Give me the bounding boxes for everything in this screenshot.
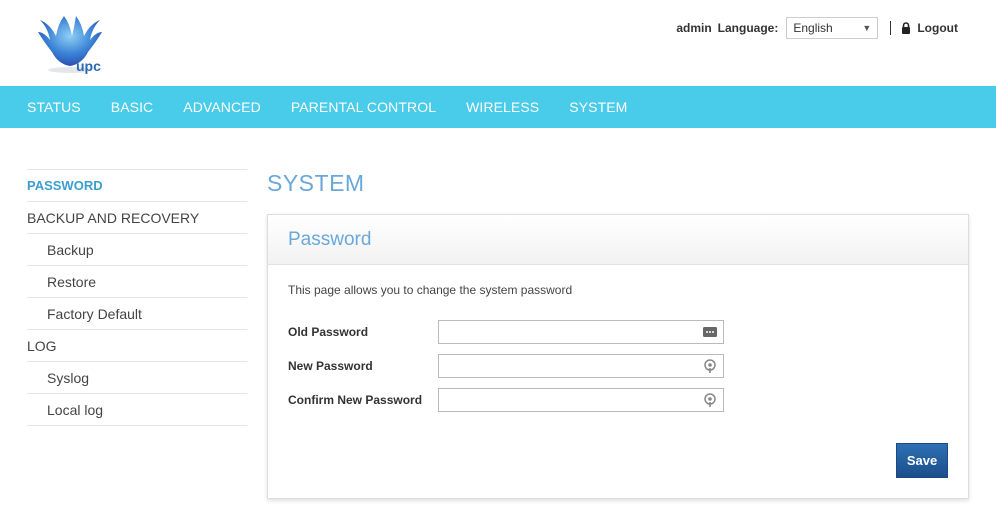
username: admin [676,21,712,35]
language-value: English [793,21,833,35]
sidebar-item-factory-default[interactable]: Factory Default [27,298,247,330]
nav-basic[interactable]: BASIC [111,99,154,115]
panel-title: Password [288,228,372,250]
confirm-password-label: Confirm New Password [288,393,423,407]
old-password-row: Old Password [288,320,724,344]
header: upc admin Language: English ▼ Logout [0,0,996,86]
new-password-row: New Password [288,354,724,378]
lock-icon [901,22,911,34]
nav-wireless[interactable]: WIRELESS [466,99,539,115]
nav-advanced[interactable]: ADVANCED [183,99,261,115]
sidebar-item-syslog[interactable]: Syslog [27,362,247,394]
main-nav: STATUS BASIC ADVANCED PARENTAL CONTROL W… [0,86,996,128]
nav-system[interactable]: SYSTEM [569,99,627,115]
new-password-field[interactable] [438,354,724,378]
logo-text: upc [76,58,101,74]
language-label: Language: [717,21,779,35]
panel-header: Password [268,215,968,265]
password-dots-icon [703,325,717,339]
language-select[interactable]: English ▼ [786,17,879,39]
nav-parental-control[interactable]: PARENTAL CONTROL [291,99,436,115]
confirm-password-field[interactable] [438,388,724,412]
confirm-password-row: Confirm New Password [288,388,724,412]
logout-button[interactable]: Logout [901,21,958,35]
old-password-label: Old Password [288,325,369,339]
key-icon [703,393,717,407]
sidebar: PASSWORD BACKUP AND RECOVERY Backup Rest… [27,169,247,426]
sidebar-item-backup-and-recovery[interactable]: BACKUP AND RECOVERY [27,202,247,234]
key-icon [703,359,717,373]
password-panel: Password This page allows you to change … [267,214,969,499]
sidebar-item-local-log[interactable]: Local log [27,394,247,426]
nav-status[interactable]: STATUS [27,99,81,115]
sidebar-item-log[interactable]: LOG [27,330,247,362]
old-password-field[interactable] [438,320,724,344]
save-button[interactable]: Save [896,443,948,478]
logout-label: Logout [917,21,958,35]
new-password-label: New Password [288,359,373,373]
chevron-down-icon: ▼ [862,23,872,33]
sidebar-item-password[interactable]: PASSWORD [27,170,247,202]
user-bar: admin Language: English ▼ Logout [676,17,958,39]
sidebar-item-restore[interactable]: Restore [27,266,247,298]
sidebar-item-backup[interactable]: Backup [27,234,247,266]
panel-description: This page allows you to change the syste… [288,283,573,297]
page-title: SYSTEM [267,170,365,196]
divider [890,21,892,35]
